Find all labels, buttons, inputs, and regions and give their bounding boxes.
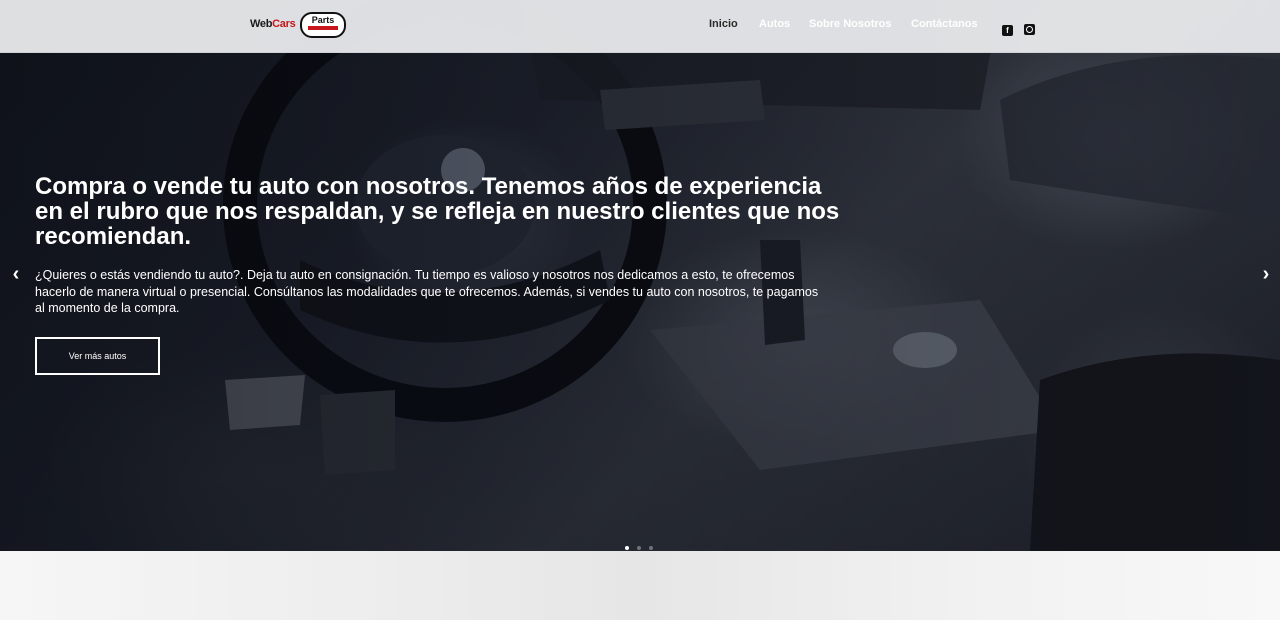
slider-pagination <box>625 537 661 551</box>
social-facebook[interactable]: f <box>1002 20 1013 38</box>
hero-slider: Compra o vende tu auto con nosotros. Ten… <box>0 0 1280 551</box>
instagram-icon <box>1024 24 1035 35</box>
hero-headline: Compra o vende tu auto con nosotros. Ten… <box>35 173 840 250</box>
logo-wordmark: WebCars <box>250 18 296 30</box>
nav-item-inicio[interactable]: Inicio <box>709 18 738 30</box>
slider-dot-2[interactable] <box>637 546 641 550</box>
logo-wordmark-cars: Cars <box>272 18 296 30</box>
facebook-icon: f <box>1002 25 1013 36</box>
below-hero-section <box>0 551 1280 620</box>
logo-badge-strip <box>308 26 338 30</box>
slider-next-arrow-icon[interactable]: › <box>1256 263 1276 286</box>
slider-dot-1[interactable] <box>625 546 629 550</box>
nav-item-sobre-nosotros[interactable]: Sobre Nosotros <box>809 18 892 30</box>
site-logo[interactable]: WebCars Parts <box>250 10 350 42</box>
site-header: WebCars Parts Inicio Autos Sobre Nosotro… <box>0 0 1280 53</box>
nav-item-contactanos[interactable]: Contáctanos <box>911 18 978 30</box>
see-more-cars-button[interactable]: Ver más autos <box>35 337 160 375</box>
logo-badge: Parts <box>300 12 346 38</box>
logo-wordmark-web: Web <box>250 18 273 30</box>
nav-item-autos[interactable]: Autos <box>759 18 790 30</box>
slider-prev-arrow-icon[interactable]: ‹ <box>6 263 26 286</box>
social-instagram[interactable] <box>1024 20 1035 38</box>
hero-description: ¿Quieres o estás vendiendo tu auto?. Dej… <box>35 268 819 315</box>
slider-dot-3[interactable] <box>649 546 653 550</box>
logo-badge-top: Parts <box>311 15 335 25</box>
